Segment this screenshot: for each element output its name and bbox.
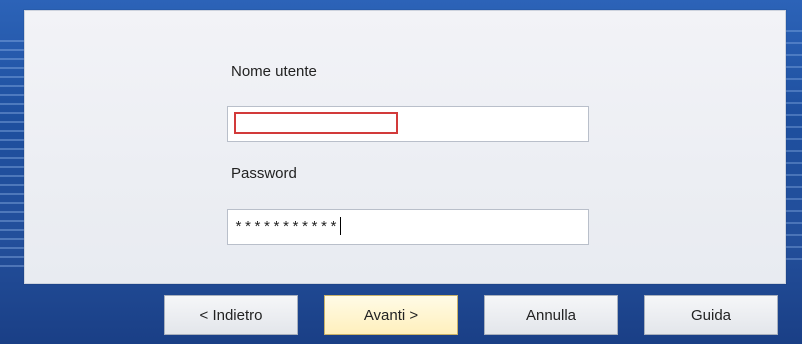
password-field[interactable]: *********** (227, 209, 589, 245)
text-caret (339, 217, 341, 235)
decorative-circuit-left (0, 40, 24, 270)
decorative-circuit-right (786, 30, 802, 270)
back-button[interactable]: < Indietro (164, 295, 298, 335)
password-masked-value: *********** (234, 220, 339, 237)
password-label: Password (231, 165, 297, 182)
login-panel: Nome utente Password *********** (24, 10, 786, 284)
next-button[interactable]: Avanti > (324, 295, 458, 335)
username-label: Nome utente (231, 63, 317, 80)
help-button[interactable]: Guida (644, 295, 778, 335)
username-field[interactable] (227, 106, 589, 142)
cancel-button[interactable]: Annulla (484, 295, 618, 335)
username-input[interactable] (234, 112, 398, 134)
dialog-window: Nome utente Password *********** < Indie… (0, 0, 802, 344)
password-input[interactable]: *********** (234, 217, 341, 237)
